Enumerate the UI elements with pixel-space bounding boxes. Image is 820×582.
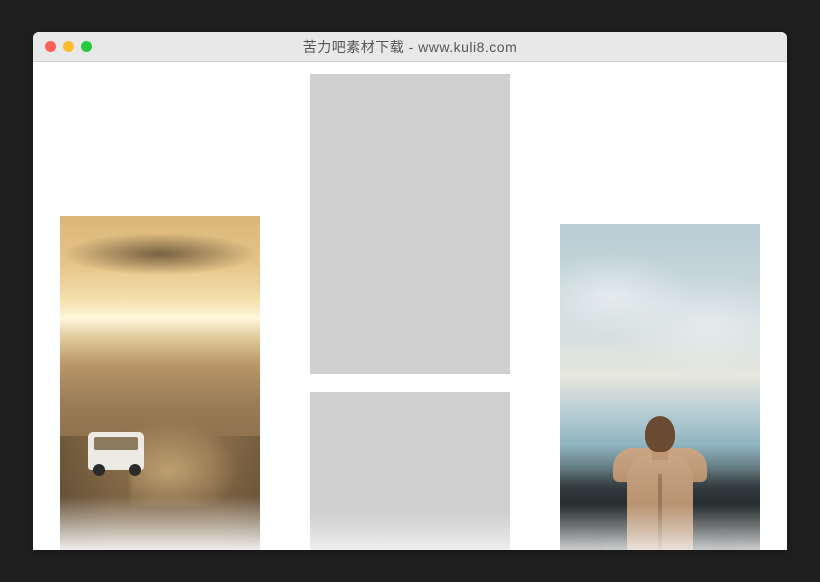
gallery-card-desert-van[interactable] (60, 216, 260, 550)
content-area (33, 62, 787, 550)
fade-overlay (60, 496, 260, 550)
fade-overlay (310, 512, 510, 550)
gallery-column-1 (60, 74, 260, 550)
gallery-columns (33, 62, 787, 550)
clouds (560, 254, 760, 394)
dust-cloud (130, 416, 260, 506)
gallery-column-3 (560, 74, 760, 550)
close-icon[interactable] (45, 41, 56, 52)
titlebar: 苦力吧素材下载 - www.kuli8.com (33, 32, 787, 62)
gallery-card-placeholder-2[interactable] (310, 392, 510, 550)
browser-window: 苦力吧素材下载 - www.kuli8.com (33, 32, 787, 550)
minimize-icon[interactable] (63, 41, 74, 52)
maximize-icon[interactable] (81, 41, 92, 52)
fade-overlay (560, 504, 760, 550)
gallery-column-2 (310, 74, 510, 550)
gallery-card-placeholder-1[interactable] (310, 74, 510, 374)
van-icon (88, 432, 146, 482)
gallery-card-man-ocean[interactable] (560, 224, 760, 550)
traffic-lights (33, 41, 92, 52)
window-title: 苦力吧素材下载 - www.kuli8.com (33, 37, 787, 57)
